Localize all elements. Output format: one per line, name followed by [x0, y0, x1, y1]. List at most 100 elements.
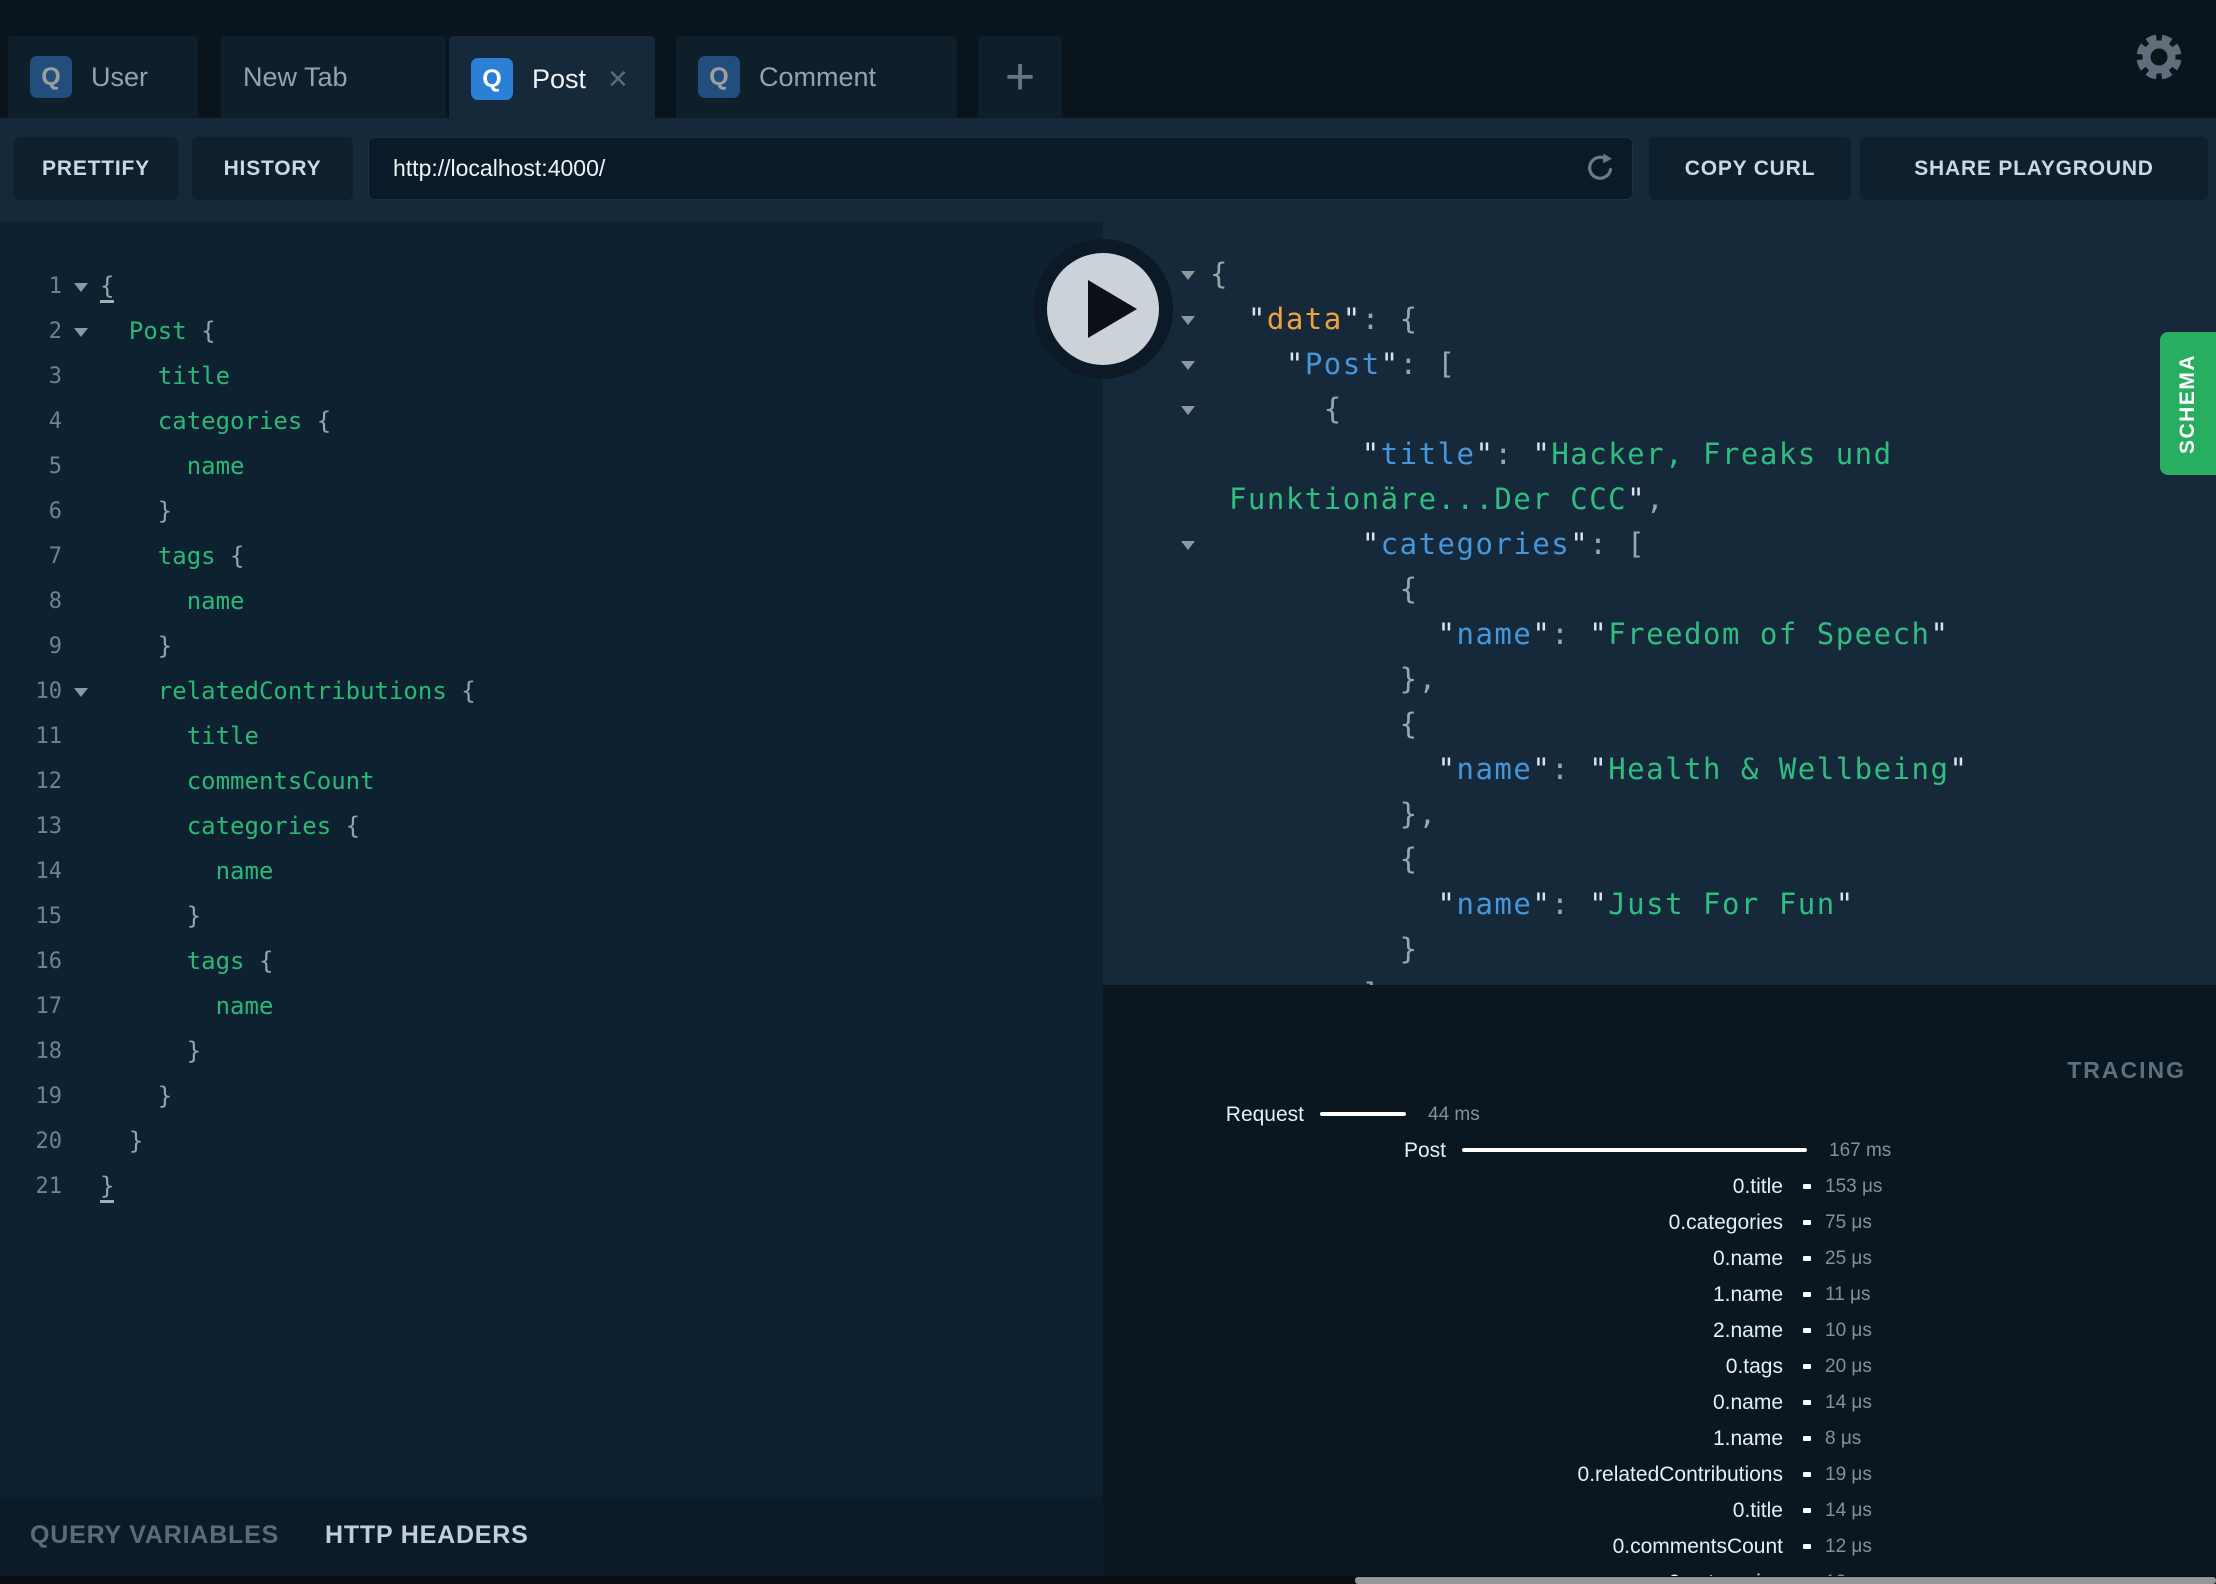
tab-bar: Q User New Tab Q Post × Q Comment +	[0, 0, 2216, 122]
tracing-span-label: 0.name	[1712, 1247, 1783, 1270]
response-line: {	[1103, 702, 2216, 747]
response-line: {	[1103, 837, 2216, 882]
line-number: 9	[48, 634, 62, 659]
add-tab-button[interactable]: +	[978, 36, 1062, 118]
response-json-text: {	[1323, 392, 1343, 426]
query-code-text: {	[100, 264, 115, 309]
response-json-text: {	[1399, 707, 1419, 741]
line-number: 21	[35, 1174, 63, 1199]
query-code-text: name	[186, 587, 245, 615]
response-line: {	[1103, 387, 2216, 432]
tracing-row: Post 167 ms	[1103, 1133, 2216, 1169]
prettify-button[interactable]: PRETTIFY	[14, 137, 178, 200]
endpoint-url-value: http://localhost:4000/	[393, 155, 606, 181]
settings-gear-icon[interactable]	[2132, 30, 2186, 84]
query-code-text: }	[157, 632, 173, 660]
tracing-span-label: 1.name	[1712, 1427, 1783, 1450]
tracing-duration-bar	[1803, 1328, 1811, 1333]
response-line: "categories": [	[1103, 522, 2216, 567]
editor-line: 16 tags {	[0, 939, 1103, 984]
query-editor[interactable]: 1{2 Post {3 title 4 categories {5 name 6 }…	[0, 222, 1103, 1497]
tracing-row: 0.relatedContributions 19 μs	[1103, 1457, 2216, 1493]
line-number: 3	[48, 364, 62, 389]
fold-arrow-icon[interactable]	[74, 688, 88, 697]
response-json-text: },	[1399, 662, 1438, 696]
response-json-text: "Post": [	[1285, 347, 1457, 381]
query-code-text: relatedContributions {	[157, 677, 476, 705]
response-json-text: },	[1399, 797, 1438, 831]
tracing-span-duration: 11 μs	[1825, 1284, 1871, 1305]
fold-arrow-icon[interactable]	[1181, 406, 1195, 415]
horizontal-scrollbar[interactable]	[1355, 1577, 2216, 1584]
tracing-row: 0.title 153 μs	[1103, 1169, 2216, 1205]
fold-arrow-icon[interactable]	[1181, 541, 1195, 550]
endpoint-url-input[interactable]: http://localhost:4000/	[368, 137, 1633, 200]
tracing-span-label: 0.categories	[1668, 1211, 1783, 1234]
execute-query-play-button[interactable]	[1028, 234, 1178, 384]
editor-line: 12 commentsCount	[0, 759, 1103, 804]
response-viewer: { "data": { "Post": [ { "title": "Hacker…	[1103, 222, 2216, 985]
tracing-row: 0.commentsCount 12 μs	[1103, 1529, 2216, 1565]
tracing-title: TRACING	[2067, 1057, 2186, 1083]
tracing-span-duration: 8 μs	[1825, 1428, 1862, 1449]
line-number: 20	[35, 1129, 63, 1154]
tracing-row: Request 44 ms	[1103, 1097, 2216, 1133]
tracing-span-label: 0.title	[1732, 1499, 1783, 1522]
query-code-text: }	[186, 902, 202, 930]
tracing-row: 2.name 10 μs	[1103, 1313, 2216, 1349]
tab-label: Post	[532, 63, 587, 94]
fold-arrow-icon[interactable]	[1181, 271, 1195, 280]
tracing-row: 1.name 8 μs	[1103, 1421, 2216, 1457]
query-badge: Q	[30, 56, 72, 98]
fold-arrow-icon[interactable]	[74, 283, 88, 292]
share-playground-button[interactable]: SHARE PLAYGROUND	[1860, 137, 2208, 200]
plus-icon: +	[1004, 48, 1036, 106]
line-number: 19	[35, 1084, 63, 1109]
tracing-row: 0.title 14 μs	[1103, 1493, 2216, 1529]
tracing-span-duration: 25 μs	[1825, 1248, 1872, 1269]
tab-user[interactable]: Q User	[8, 36, 198, 118]
query-code-text: }	[157, 497, 173, 525]
query-code-text: name	[186, 452, 245, 480]
copy-curl-button[interactable]: COPY CURL	[1649, 137, 1851, 200]
schema-side-tab[interactable]: SCHEMA	[2160, 332, 2216, 475]
tracing-row: 1.name 11 μs	[1103, 1277, 2216, 1313]
response-json-text: Funktionäre...Der CCC",	[1228, 482, 1666, 516]
tracing-duration-bar	[1803, 1472, 1811, 1477]
close-icon[interactable]: ×	[608, 62, 628, 96]
response-line: },	[1103, 792, 2216, 837]
tracing-span-duration: 19 μs	[1825, 1464, 1872, 1485]
query-code-text: name	[215, 857, 274, 885]
response-line: ]	[1103, 972, 2216, 985]
tracing-span-duration: 12 μs	[1825, 1536, 1872, 1557]
editor-line: 4 categories {	[0, 399, 1103, 444]
refresh-schema-icon[interactable]	[1582, 151, 1618, 187]
tracing-span-duration: 14 μs	[1825, 1500, 1872, 1521]
query-variables-tab[interactable]: QUERY VARIABLES	[30, 1521, 279, 1550]
response-json-text: "title": "Hacker, Freaks und	[1361, 437, 1893, 471]
query-code-text: tags {	[186, 947, 274, 975]
line-number: 18	[35, 1039, 63, 1064]
tab-new-tab[interactable]: New Tab	[221, 36, 446, 118]
tracing-span-duration: 20 μs	[1825, 1356, 1872, 1377]
fold-arrow-icon[interactable]	[1181, 361, 1195, 370]
tracing-span-label: 0.title	[1732, 1175, 1783, 1198]
line-number: 12	[35, 769, 63, 794]
http-headers-tab[interactable]: HTTP HEADERS	[325, 1521, 529, 1550]
line-number: 4	[48, 409, 62, 434]
response-json-text: "name": "Health & Wellbeing"	[1437, 752, 1969, 786]
toolbar: PRETTIFY HISTORY http://localhost:4000/ …	[0, 118, 2216, 222]
fold-arrow-icon[interactable]	[1181, 316, 1195, 325]
fold-arrow-icon[interactable]	[74, 328, 88, 337]
query-code-text: }	[128, 1127, 144, 1155]
line-number: 10	[35, 679, 63, 704]
tab-comment[interactable]: Q Comment	[676, 36, 957, 118]
tracing-span-label: 0.categories	[1669, 1565, 1783, 1576]
query-code-text: }	[157, 1082, 173, 1110]
tracing-span-label: 0.tags	[1725, 1355, 1783, 1378]
editor-line: 13 categories {	[0, 804, 1103, 849]
tracing-span-duration: 75 μs	[1825, 1212, 1872, 1233]
history-button[interactable]: HISTORY	[192, 137, 353, 200]
tracing-span-label: 0.relatedContributions	[1577, 1463, 1783, 1486]
tab-post[interactable]: Q Post ×	[449, 36, 655, 122]
